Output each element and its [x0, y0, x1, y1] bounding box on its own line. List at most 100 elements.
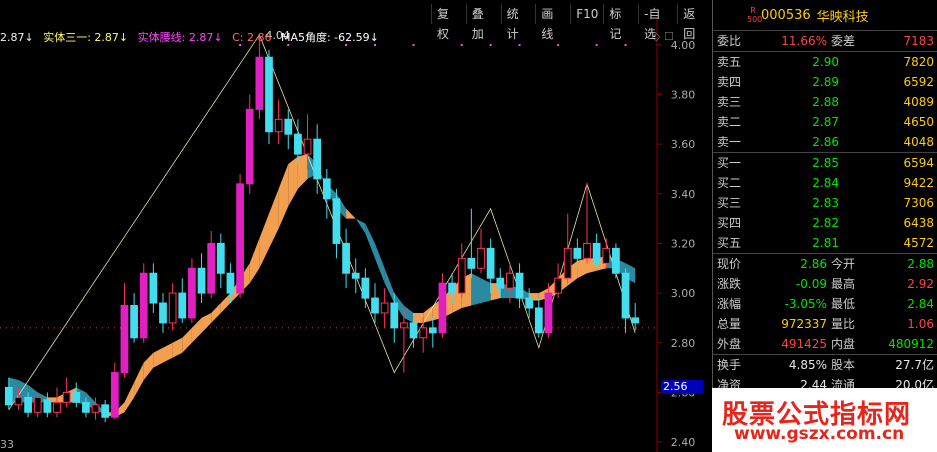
- corner-label: 33: [0, 438, 14, 451]
- stock-header: R 500 000536 华映科技: [713, 0, 937, 31]
- ma-band-segment: [278, 164, 289, 229]
- orderbook-row[interactable]: 卖二 2.87 4650: [713, 112, 937, 132]
- stat-row: 总量 972337 量比 1.06: [713, 314, 937, 334]
- stat-label: 最高: [831, 277, 856, 291]
- orderbook-row[interactable]: 买四 2.82 6438: [713, 213, 937, 233]
- statistics-button[interactable]: 统计: [500, 4, 536, 41]
- weibi-row: 委比 11.66% 委差 7183: [713, 31, 937, 51]
- kline-chart[interactable]: 4.003.803.603.403.203.002.802.602.404.04: [0, 0, 712, 452]
- ma-band-segment: [481, 278, 491, 304]
- stat-label: 总量: [717, 317, 742, 331]
- orderbook-row[interactable]: 卖四 2.89 6592: [713, 72, 937, 92]
- back-button[interactable]: 返回: [677, 4, 712, 41]
- orderbook-volume: 4048: [903, 135, 934, 149]
- stat-label: 股本: [831, 358, 856, 372]
- candle-body: [534, 307, 543, 334]
- orderbook-price: 2.84: [812, 176, 839, 190]
- weibi-value: 11.66%: [781, 34, 827, 48]
- stat-value: 2.86: [800, 257, 827, 271]
- candle-body: [82, 401, 90, 413]
- ma-band-segment: [269, 188, 279, 249]
- stock-code: 000536: [761, 7, 811, 23]
- orderbook-row[interactable]: 买五 2.81 4572: [713, 233, 937, 253]
- candle-body: [62, 391, 71, 403]
- candle-body: [303, 138, 312, 155]
- candle-body: [14, 396, 23, 406]
- ma-band-segment: [191, 317, 202, 343]
- signal-marker: [624, 44, 627, 46]
- overlay-button[interactable]: 叠加: [465, 4, 501, 41]
- candle-body: [245, 108, 254, 185]
- candle-body: [602, 247, 611, 264]
- candle-body: [159, 302, 167, 324]
- orderbook-row[interactable]: 卖五 2.90 7820: [713, 52, 937, 72]
- stat-row: 涨幅 -3.05% 最低 2.84: [713, 294, 937, 314]
- weicha-label: 委差: [831, 34, 856, 48]
- signal-marker: [518, 44, 521, 46]
- stat-label: 换手: [717, 358, 742, 372]
- candle-body: [207, 242, 216, 294]
- ma-band-segment: [220, 293, 231, 313]
- stat-value: 2.84: [907, 297, 934, 311]
- legend-item: C: 2.86: [232, 31, 272, 44]
- ma-band-segment: [211, 303, 221, 323]
- orderbook-volume: 9422: [903, 176, 934, 190]
- orderbook-row[interactable]: 买三 2.83 7306: [713, 193, 937, 213]
- orderbook-volume: 7306: [903, 196, 934, 210]
- signal-marker: [557, 44, 560, 46]
- candle-body: [4, 386, 13, 406]
- candle-body: [612, 247, 620, 274]
- y-tick-label: 3.40: [671, 188, 696, 201]
- orderbook-level-label: 买一: [717, 156, 742, 170]
- stat-label: 外盘: [717, 337, 742, 351]
- stat-label: 涨跌: [717, 277, 742, 291]
- draw-line-button[interactable]: 画线: [535, 4, 570, 41]
- candle-body: [43, 399, 52, 413]
- kline-chart-area[interactable]: 4.003.803.603.403.203.002.802.602.404.04…: [0, 0, 712, 452]
- y-tick-label: 3.60: [671, 138, 696, 151]
- f10-button[interactable]: F10: [570, 4, 603, 24]
- signal-marker: [489, 44, 492, 46]
- candle-body: [544, 292, 553, 334]
- ma-band-segment: [172, 337, 183, 358]
- orderbook-volume: 6438: [903, 216, 934, 230]
- stat-value: 4.85%: [788, 358, 827, 372]
- signal-marker: [460, 44, 463, 46]
- ma-band-segment: [153, 347, 163, 368]
- orderbook-price: 2.90: [812, 55, 839, 69]
- candle-body: [438, 282, 447, 334]
- candle-body: [332, 198, 341, 244]
- weicha-value: 7183: [903, 34, 934, 48]
- ma-band-segment: [403, 305, 414, 323]
- margin-trading-badge: R 500: [747, 6, 763, 24]
- stat-label: 量比: [831, 317, 856, 331]
- candle-body: [188, 267, 196, 319]
- restore-rights-button[interactable]: 复权: [431, 4, 466, 41]
- candle-body: [457, 257, 466, 294]
- candle-body: [496, 277, 505, 289]
- candle-body: [255, 56, 264, 110]
- signal-marker: [412, 44, 415, 46]
- candle-body: [284, 118, 293, 135]
- orderbook-price: 2.83: [812, 196, 839, 210]
- orderbook-row[interactable]: 卖三 2.88 4089: [713, 92, 937, 112]
- candle-body: [294, 133, 302, 155]
- orderbook-price: 2.86: [812, 135, 839, 149]
- ma-band-segment: [346, 208, 356, 219]
- ma-band-segment: [143, 352, 154, 380]
- candle-body: [139, 272, 148, 339]
- orderbook-volume: 6592: [903, 75, 934, 89]
- stat-value: 1.06: [907, 317, 934, 331]
- orderbook-level-label: 卖四: [717, 75, 742, 89]
- candle-body: [448, 282, 456, 294]
- orderbook-row[interactable]: 买二 2.84 9422: [713, 173, 937, 193]
- stat-label: 内盘: [831, 337, 856, 351]
- orderbook-volume: 4572: [903, 236, 934, 250]
- y-tick-label: 2.40: [671, 436, 696, 449]
- candle-body: [390, 302, 399, 329]
- orderbook-row[interactable]: 买一 2.85 6594: [713, 153, 937, 173]
- candle-body: [120, 305, 129, 374]
- remove-watchlist-button[interactable]: -自选: [638, 4, 677, 41]
- orderbook-row[interactable]: 卖一 2.86 4048: [713, 132, 937, 152]
- mark-button[interactable]: 标记: [603, 4, 638, 41]
